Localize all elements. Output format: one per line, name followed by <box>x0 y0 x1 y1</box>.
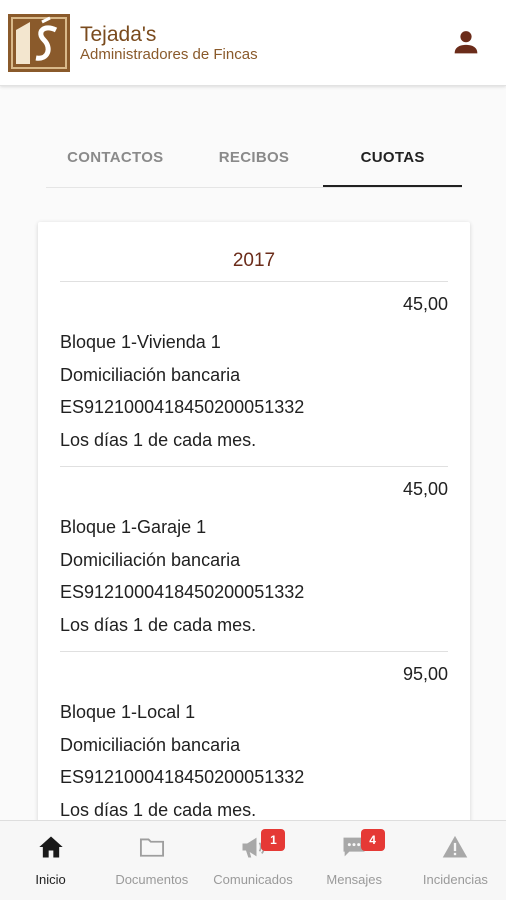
quota-method: Domiciliación bancaria <box>60 364 241 385</box>
list-item: 95,00 Bloque 1-Local 1 Domiciliación ban… <box>60 652 448 836</box>
tab-recibos[interactable]: RECIBOS <box>185 136 324 187</box>
brand-text: Tejada's Administradores de Fincas <box>80 24 258 64</box>
nav-label: Documentos <box>115 872 189 887</box>
quota-schedule: Los días 1 de cada mes. <box>60 429 257 450</box>
nav-label: Mensajes <box>326 872 383 887</box>
cuotas-card: 2017 45,00 Bloque 1-Vivienda 1 Domicilia… <box>38 222 470 842</box>
quota-method: Domiciliación bancaria <box>60 549 241 570</box>
quota-schedule: Los días 1 de cada mes. <box>60 614 257 635</box>
tab-contactos[interactable]: CONTACTOS <box>46 136 185 187</box>
nav-mensajes[interactable]: 4 Mensajes <box>304 821 405 900</box>
quota-unit: Bloque 1-Garaje 1 <box>60 517 207 537</box>
quota-amount: 95,00 <box>402 664 448 684</box>
year-heading: 2017 <box>60 222 448 282</box>
notification-badge: 4 <box>360 829 385 851</box>
nav-label: Comunicados <box>213 872 293 887</box>
nav-label: Inicio <box>35 872 66 887</box>
quota-iban: ES9121000418450200051332 <box>60 582 305 602</box>
nav-label: Incidencias <box>422 872 488 887</box>
bottom-navigation: Inicio Documentos 1 Comunicados 4 Mensaj… <box>0 820 506 900</box>
home-icon <box>38 836 63 858</box>
notification-badge: 1 <box>261 829 286 851</box>
quota-method: Domiciliación bancaria <box>60 734 241 755</box>
brand-logo <box>8 14 70 72</box>
quota-iban: ES9121000418450200051332 <box>60 767 305 787</box>
quota-iban: ES9121000418450200051332 <box>60 397 305 417</box>
nav-comunicados[interactable]: 1 Comunicados <box>202 821 303 900</box>
warning-icon <box>443 835 468 858</box>
nav-inicio[interactable]: Inicio <box>0 821 101 900</box>
nav-incidencias[interactable]: Incidencias <box>405 821 506 900</box>
brand-subtitle: Administradores de Fincas <box>80 46 258 63</box>
app-header: Tejada's Administradores de Fincas <box>0 0 506 86</box>
list-item: 45,00 Bloque 1-Garaje 1 Domiciliación ba… <box>60 467 448 652</box>
quota-amount: 45,00 <box>402 294 448 314</box>
brand-title: Tejada's <box>80 23 157 46</box>
quota-amount: 45,00 <box>402 479 448 499</box>
quota-unit: Bloque 1-Local 1 <box>60 702 196 722</box>
account-icon[interactable] <box>450 26 482 58</box>
tab-cuotas[interactable]: CUOTAS <box>323 136 463 187</box>
list-item: 45,00 Bloque 1-Vivienda 1 Domiciliación … <box>60 282 448 467</box>
section-tabs: CONTACTOS RECIBOS CUOTAS <box>46 136 463 188</box>
nav-documentos[interactable]: Documentos <box>101 821 202 900</box>
quota-unit: Bloque 1-Vivienda 1 <box>60 332 221 352</box>
folder-icon <box>139 838 164 857</box>
